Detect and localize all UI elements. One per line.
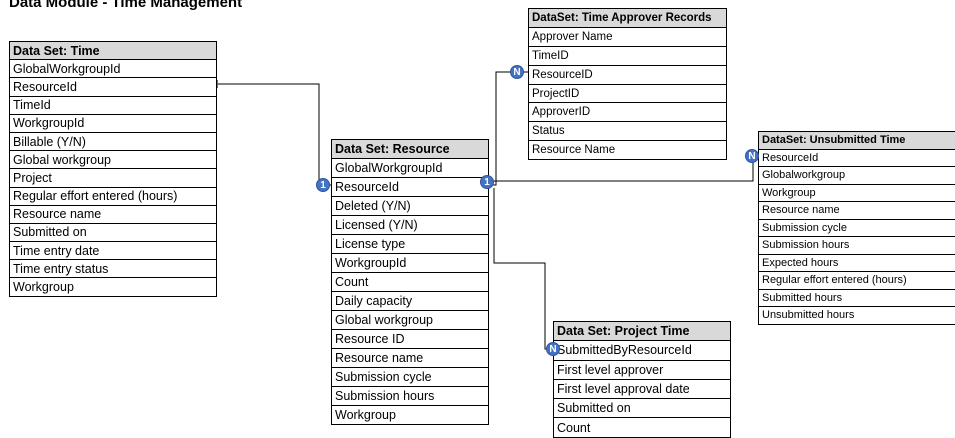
field-cell: Submission hours	[759, 237, 955, 255]
field-cell: Time entry date	[10, 242, 217, 260]
field-cell: Status	[529, 122, 727, 141]
field-cell: Workgroup	[332, 406, 489, 425]
table-header: Data Set: Project Time	[554, 322, 731, 341]
field-cell: ResourceID	[529, 65, 727, 84]
field-cell: Billable (Y/N)	[10, 132, 217, 150]
field-cell: Count	[332, 273, 489, 292]
link-resource-unsubmitted	[489, 157, 758, 181]
field-cell: WorkgroupId	[10, 114, 217, 132]
field-cell: Unsubmitted hours	[759, 307, 955, 325]
field-cell: Submitted on	[554, 399, 731, 418]
field-cell: Regular effort entered (hours)	[759, 272, 955, 290]
dataset-unsubmitted-time-table: DataSet: Unsubmitted Time ResourceId Glo…	[758, 131, 955, 325]
field-cell: SubmittedByResourceId	[554, 341, 731, 360]
dataset-time-approver-records-table: DataSet: Time Approver Records Approver …	[528, 8, 727, 160]
field-cell: TimeId	[10, 96, 217, 114]
field-cell: TimeID	[529, 46, 727, 65]
field-cell: Time entry status	[10, 260, 217, 278]
field-cell: Daily capacity	[332, 292, 489, 311]
dataset-time-table: Data Set: Time GlobalWorkgroupId Resourc…	[9, 41, 217, 297]
field-cell: Resource name	[10, 205, 217, 223]
field-cell: ApproverID	[529, 103, 727, 122]
field-cell: Submitted hours	[759, 289, 955, 307]
field-cell: Global workgroup	[332, 311, 489, 330]
table-header: Data Set: Resource	[332, 140, 489, 159]
field-cell: ResourceId	[332, 178, 489, 197]
cardinality-one-badge: 1	[316, 178, 330, 192]
field-cell: Submission hours	[332, 387, 489, 406]
field-cell: Count	[554, 418, 731, 437]
dataset-project-time-table: Data Set: Project Time SubmittedByResour…	[553, 321, 731, 438]
link-resource-project	[494, 188, 553, 349]
field-cell: Regular effort entered (hours)	[10, 187, 217, 205]
field-cell: Expected hours	[759, 254, 955, 272]
page-title: Data Module - Time Management	[9, 0, 242, 11]
field-cell: GlobalWorkgroupId	[332, 159, 489, 178]
field-cell: Resource Name	[529, 141, 727, 160]
field-cell: Submission cycle	[332, 368, 489, 387]
field-cell: Global workgroup	[10, 151, 217, 169]
cardinality-many-badge: N	[745, 149, 759, 163]
field-cell: GlobalWorkgroupId	[10, 60, 217, 78]
field-cell: ResourceId	[759, 149, 955, 167]
cardinality-many-badge: N	[546, 342, 560, 356]
field-cell: ProjectID	[529, 84, 727, 103]
field-cell: First level approval date	[554, 379, 731, 398]
field-cell: License type	[332, 235, 489, 254]
field-cell: Resource ID	[332, 330, 489, 349]
field-cell: Workgroup	[10, 278, 217, 296]
field-cell: Resource name	[332, 349, 489, 368]
table-header: DataSet: Unsubmitted Time	[759, 132, 955, 150]
table-header: Data Set: Time	[10, 42, 217, 60]
dataset-resource-table: Data Set: Resource GlobalWorkgroupId Res…	[331, 139, 489, 425]
field-cell: Licensed (Y/N)	[332, 216, 489, 235]
cardinality-many-badge: N	[510, 65, 524, 79]
field-cell: Deleted (Y/N)	[332, 197, 489, 216]
field-cell: Workgroup	[759, 184, 955, 202]
field-cell: Submission cycle	[759, 219, 955, 237]
field-cell: Resource name	[759, 202, 955, 220]
field-cell: Submitted on	[10, 223, 217, 241]
link-time-resource	[217, 84, 331, 185]
field-cell: Project	[10, 169, 217, 187]
field-cell: Globalworkgroup	[759, 167, 955, 185]
field-cell: ResourceId	[10, 78, 217, 96]
field-cell: WorkgroupId	[332, 254, 489, 273]
field-cell: Approver Name	[529, 27, 727, 46]
field-cell: First level approver	[554, 360, 731, 379]
table-header: DataSet: Time Approver Records	[529, 9, 727, 28]
cardinality-one-badge: 1	[480, 175, 494, 189]
